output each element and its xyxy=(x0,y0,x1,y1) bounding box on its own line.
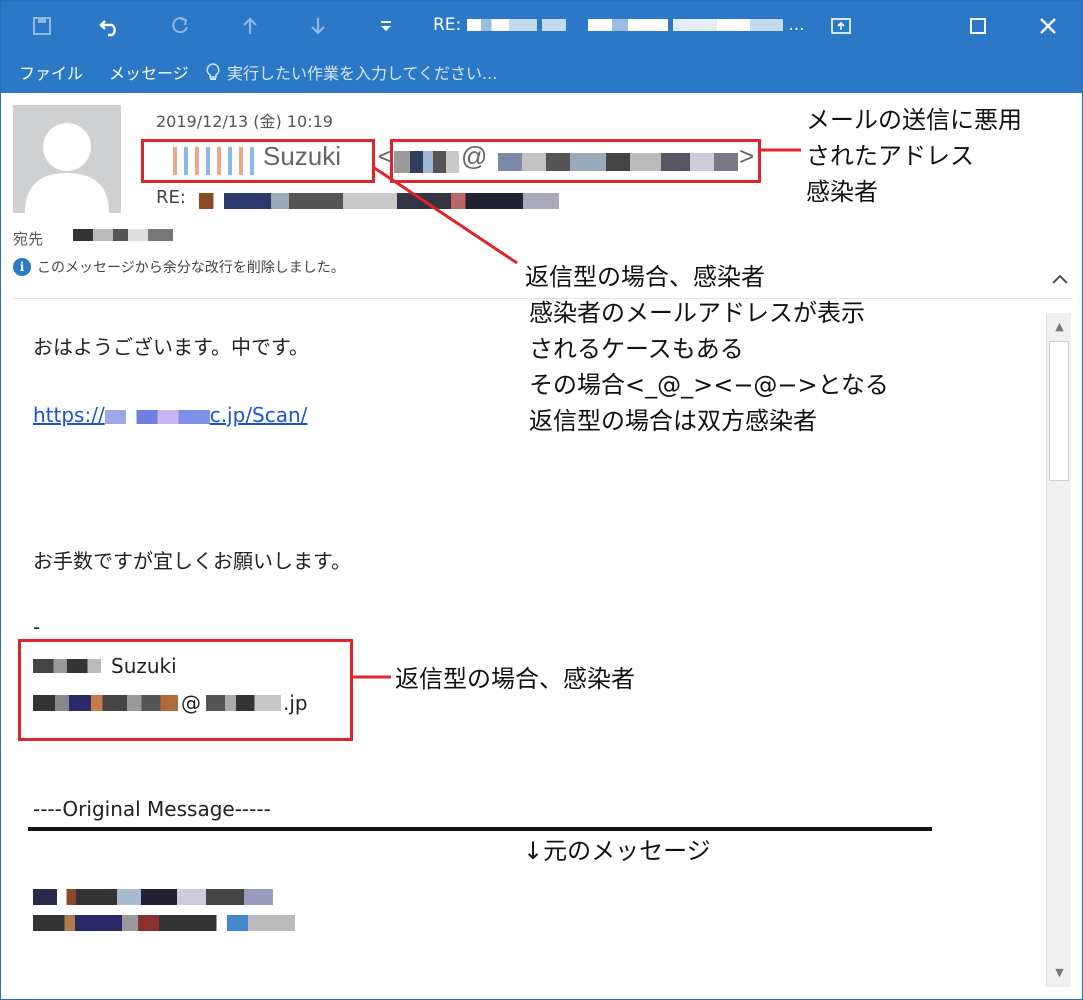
annotation-text-line: 感染者のメールアドレスが表示 xyxy=(529,299,865,327)
annotation-text-line: 感染者 xyxy=(806,178,878,206)
link-domain[interactable]: c.jp xyxy=(210,403,246,427)
body-closing: お手数ですが宜しくお願いします。 xyxy=(33,549,351,573)
original-message-divider xyxy=(28,827,932,831)
outlook-message-window: RE: ... ファイル メッセージ 実行したい作業を入力してください... 2… xyxy=(0,0,1083,1000)
body-greeting: おはようございます。中です。 xyxy=(33,335,309,359)
annotation-text-line: されるケースもある xyxy=(529,335,744,363)
redacted-original-line-1 xyxy=(33,889,273,905)
link-prefix[interactable]: https:// xyxy=(33,403,105,427)
body-link[interactable]: https:// c.jp/Scan/ xyxy=(33,403,307,427)
redacted-original-line-2 xyxy=(33,915,295,931)
body-dash: - xyxy=(33,615,41,639)
annotation-address-label: メールの送信に悪用 されたアドレス 感染者 xyxy=(806,102,1022,210)
annotation-text-line: 返信型の場合は双方感染者 xyxy=(529,407,817,435)
annotation-text-line: その場合<_@_><−@−>となる xyxy=(529,371,889,399)
annotation-sender-heading: 返信型の場合、感染者 xyxy=(525,263,765,291)
annotation-signature: 返信型の場合、感染者 xyxy=(395,665,635,693)
annotation-text-line: メールの送信に悪用 xyxy=(806,106,1022,134)
annotation-original-message: ↓元のメッセージ xyxy=(523,837,711,865)
annotation-sender-detail: 感染者のメールアドレスが表示 されるケースもある その場合<_@_><−@−>と… xyxy=(529,295,889,439)
scroll-thumb[interactable] xyxy=(1049,341,1069,481)
annotation-line-sender xyxy=(372,165,518,265)
scroll-up-icon[interactable]: ▲ xyxy=(1047,315,1072,337)
signature-highlight-box xyxy=(18,639,353,741)
original-message-header: ----Original Message----- xyxy=(33,797,271,821)
scroll-down-icon[interactable]: ▼ xyxy=(1047,961,1072,983)
link-path[interactable]: /Scan/ xyxy=(245,403,307,427)
body-scrollbar[interactable]: ▲ ▼ xyxy=(1046,313,1071,987)
redacted-link-domain[interactable] xyxy=(104,409,210,424)
annotation-text-line: されたアドレス xyxy=(806,142,974,170)
